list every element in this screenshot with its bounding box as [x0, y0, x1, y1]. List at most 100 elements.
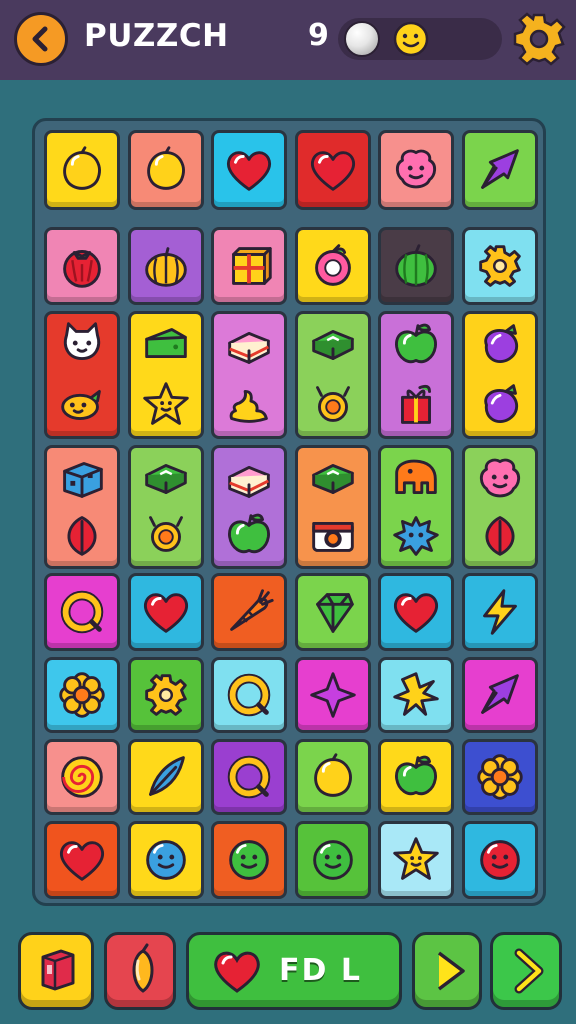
fish-icon [61, 390, 101, 420]
tile-flower[interactable] [44, 657, 120, 733]
tile-blob-face[interactable] [461, 445, 538, 569]
tile-heart[interactable] [44, 821, 120, 899]
tile-melon[interactable] [378, 227, 454, 305]
swirl-icon [229, 390, 268, 423]
tile-elephant[interactable] [378, 445, 454, 569]
tile-gear[interactable] [127, 657, 204, 733]
tile-spiral[interactable] [44, 739, 120, 815]
spiral-icon [61, 756, 103, 798]
gear-icon [478, 245, 521, 287]
tile-ball-face[interactable] [211, 821, 287, 899]
cake-icon [228, 331, 270, 364]
score-count: 9 [308, 18, 329, 53]
tile-cheese[interactable] [127, 311, 204, 439]
main-action-button[interactable]: FD L [186, 932, 402, 1010]
tile-sparkle[interactable] [378, 657, 454, 733]
tile-carrot[interactable] [211, 573, 287, 651]
bolt-icon [482, 589, 517, 635]
tile-ring[interactable] [44, 573, 120, 651]
puzzle-board [32, 118, 546, 906]
book-icon [144, 464, 187, 494]
tile-arrow[interactable] [461, 130, 538, 210]
mango-icon [132, 943, 154, 993]
blob-face-icon [479, 458, 520, 498]
blob-face-icon [395, 149, 437, 189]
tile-book[interactable] [294, 311, 371, 439]
pearl-icon [344, 21, 380, 57]
tile-feather[interactable] [127, 739, 204, 815]
star-icon [142, 382, 189, 425]
settings-gear-icon[interactable] [512, 12, 566, 66]
eggplant-icon [483, 384, 518, 424]
ring-icon [60, 590, 104, 634]
tile-book[interactable] [127, 445, 204, 569]
pumpkin-icon [144, 247, 187, 287]
arrow-icon [480, 149, 519, 189]
tile-ring[interactable] [211, 657, 287, 733]
tile-gem[interactable] [294, 573, 371, 651]
tile-cube[interactable] [44, 445, 120, 569]
tile-lemon[interactable] [44, 130, 120, 210]
tile-heart[interactable] [211, 130, 287, 210]
lemon-icon [63, 146, 101, 190]
apple-icon [395, 755, 437, 796]
lemon-icon [313, 753, 352, 797]
heart-icon [214, 951, 260, 993]
tile-ball-face[interactable] [461, 821, 538, 899]
tile-box[interactable] [211, 227, 287, 305]
mango-powerup-button[interactable] [104, 932, 176, 1010]
cube-icon [63, 462, 103, 498]
forward-button[interactable] [490, 932, 562, 1010]
tile-ring[interactable] [211, 739, 287, 815]
top-bar: PUZZCH 9 [0, 0, 576, 80]
tile-star[interactable] [378, 821, 454, 899]
main-button-label: FD L [279, 953, 362, 988]
sparkle-icon [393, 672, 439, 716]
book-icon [311, 330, 354, 360]
tile-flower[interactable] [461, 739, 538, 815]
flower-icon [59, 672, 105, 718]
tile-peach[interactable] [294, 227, 371, 305]
tile-heart[interactable] [127, 573, 204, 651]
carrot-icon [230, 589, 274, 631]
bug-icon [148, 516, 183, 552]
tile-star4[interactable] [294, 657, 371, 733]
tile-ball-face[interactable] [294, 821, 371, 899]
cake-icon [228, 465, 270, 498]
progress-bar [338, 18, 502, 60]
arrow-icon [480, 674, 519, 714]
heart-icon [226, 151, 272, 191]
chevron-left-icon [32, 26, 48, 52]
tile-cat-face[interactable] [44, 311, 120, 439]
feather-icon [148, 756, 185, 796]
tile-ball-face[interactable] [127, 821, 204, 899]
tile-book[interactable] [294, 445, 371, 569]
tile-heart[interactable] [378, 573, 454, 651]
tile-tomato[interactable] [44, 227, 120, 305]
tile-lemon[interactable] [127, 130, 204, 210]
tile-lemon[interactable] [294, 739, 371, 815]
apple-icon [395, 323, 437, 364]
star-icon [393, 837, 439, 880]
next-button[interactable] [412, 932, 482, 1010]
peach-icon [314, 244, 351, 286]
ball-face-icon [229, 840, 269, 880]
tile-blob-face[interactable] [378, 130, 454, 210]
smiley-face-icon [393, 21, 429, 57]
tile-apple[interactable] [378, 739, 454, 815]
tile-pumpkin[interactable] [127, 227, 204, 305]
tile-cake[interactable] [211, 311, 287, 439]
chevron-right-icon [514, 948, 544, 994]
eggplant-icon [483, 324, 518, 364]
ball-face-icon [479, 840, 520, 880]
heart-icon [393, 593, 439, 633]
block-powerup-button[interactable] [18, 932, 94, 1010]
tile-eggplant[interactable] [461, 311, 538, 439]
tile-arrow[interactable] [461, 657, 538, 733]
tile-cake[interactable] [211, 445, 287, 569]
back-button[interactable] [14, 12, 68, 66]
tile-gear[interactable] [461, 227, 538, 305]
tile-apple[interactable] [378, 311, 454, 439]
tile-heart[interactable] [294, 130, 371, 210]
tile-bolt[interactable] [461, 573, 538, 651]
